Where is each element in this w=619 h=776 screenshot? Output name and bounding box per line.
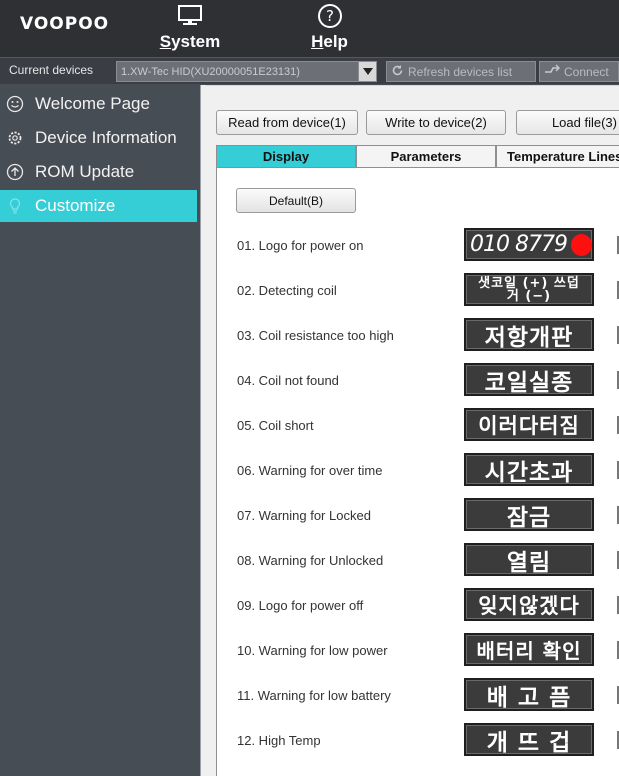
refresh-icon [391,64,404,80]
title-bar: VOOPOO System ? Help [0,0,619,57]
display-image-over-time[interactable]: 시간초과 [464,453,594,486]
menu-help-label: Help [311,32,348,51]
row-label: 12. High Temp [237,733,321,748]
row-label: 07. Warning for Locked [237,508,371,523]
display-image-text: 잠금 [506,504,552,531]
row-label: 03. Coil resistance too high [237,328,394,343]
display-image-high-temp[interactable]: 개 뜨 겁 [464,723,594,756]
menu-system[interactable]: System [155,0,225,57]
refresh-devices-label: Refresh devices list [408,64,513,79]
display-image-logo-power-off[interactable]: 잊지않겠다 [464,588,594,621]
display-image-locked[interactable]: 잠금 [464,498,594,531]
tab-parameters[interactable]: Parameters [356,145,496,168]
refresh-devices-button[interactable]: Refresh devices list [386,61,536,82]
read-from-device-button[interactable]: Read from device(1) [216,110,358,135]
row-label: 09. Logo for power off [237,598,364,613]
sidebar [0,85,197,776]
display-image-text: 열림 [506,549,552,576]
display-image-text: 저항개판 [484,324,574,351]
row-label: 02. Detecting coil [237,283,337,298]
load-file-label: Load file(3) [551,115,617,130]
app-logo: VOOPOO [20,14,110,34]
sidebar-item-label: Device Information [35,128,177,147]
display-image-text: 개 뜨 겁 [486,729,572,756]
row-label: 01. Logo for power on [237,238,364,253]
tab-display[interactable]: Display [216,145,356,168]
connect-button[interactable]: Connect [539,61,619,82]
write-to-device-button[interactable]: Write to device(2) [366,110,506,135]
write-to-device-label: Write to device(2) [385,115,487,130]
row-label: 11. Warning for low battery [237,688,391,703]
sidebar-item-label: Customize [35,196,116,215]
tab-label: Display [262,149,310,164]
sidebar-item-label: Welcome Page [35,94,150,113]
tab-label: Parameters [390,149,462,164]
display-image-text: 배 고 픔 [486,684,572,711]
upload-icon [1,156,29,188]
display-image-text: 시간초과 [484,459,574,486]
sidebar-item-rom-update[interactable]: ROM Update [0,156,197,188]
monitor-icon [177,3,203,29]
read-from-device-label: Read from device(1) [228,115,346,130]
display-image-unlocked[interactable]: 열림 [464,543,594,576]
display-image-coil-resistance-high[interactable]: 저항개판 [464,318,594,351]
smiley-icon [1,88,29,120]
display-image-coil-not-found[interactable]: 코일실종 [464,363,594,396]
menu-help[interactable]: ? Help [302,0,357,57]
display-image-text: 샛코일 (+) 쓰덥거 (−) [478,275,580,304]
display-image-text: 코일실종 [484,369,574,396]
chevron-down-icon[interactable] [358,62,376,81]
load-file-button[interactable]: Load file(3) [516,110,619,135]
question-circle-icon: ? [317,3,343,29]
sidebar-item-customize[interactable]: Customize [0,190,197,222]
display-image-text: 010 8779 [470,232,568,257]
display-image-text: 잊지않겠다 [478,593,580,618]
default-label: Default(B) [268,193,324,208]
display-image-low-power[interactable]: 배터리 확인 [464,633,594,666]
redaction-mark [570,233,592,256]
row-label: 08. Warning for Unlocked [237,553,384,568]
device-select[interactable]: 1.XW-Tec HID(XU20000051E23131) [116,61,377,82]
sidebar-item-welcome-page[interactable]: Welcome Page [0,88,197,120]
device-select-value: 1.XW-Tec HID(XU20000051E23131) [121,66,300,78]
row-label: 06. Warning for over time [237,463,383,478]
display-image-logo-power-on[interactable]: 010 8779 [464,228,594,261]
connect-label: Connect [564,64,609,79]
row-label: 05. Coil short [237,418,314,433]
display-image-coil-short[interactable]: 이러다터짐 [464,408,594,441]
tab-temperature-lines[interactable]: Temperature Lines [496,145,619,168]
display-image-low-battery[interactable]: 배 고 픔 [464,678,594,711]
sidebar-item-device-information[interactable]: Device Information [0,122,197,154]
tab-label: Temperature Lines [507,149,619,164]
current-devices-label: Current devices [9,63,94,77]
display-image-text: 배터리 확인 [476,639,582,663]
sidebar-item-label: ROM Update [35,162,135,181]
lightbulb-icon [1,190,29,222]
svg-text:?: ? [326,7,334,25]
device-bar: Current devices 1.XW-Tec HID(XU20000051E… [0,57,619,84]
connect-icon [544,64,560,79]
row-label: 10. Warning for low power [237,643,388,658]
menu-system-label: System [159,32,221,51]
gear-icon [1,122,29,154]
display-image-text: 이러다터짐 [478,413,580,438]
row-label: 04. Coil not found [237,373,339,388]
display-image-detecting-coil[interactable]: 샛코일 (+) 쓰덥거 (−) [464,273,594,306]
default-button[interactable]: Default(B) [236,188,356,213]
